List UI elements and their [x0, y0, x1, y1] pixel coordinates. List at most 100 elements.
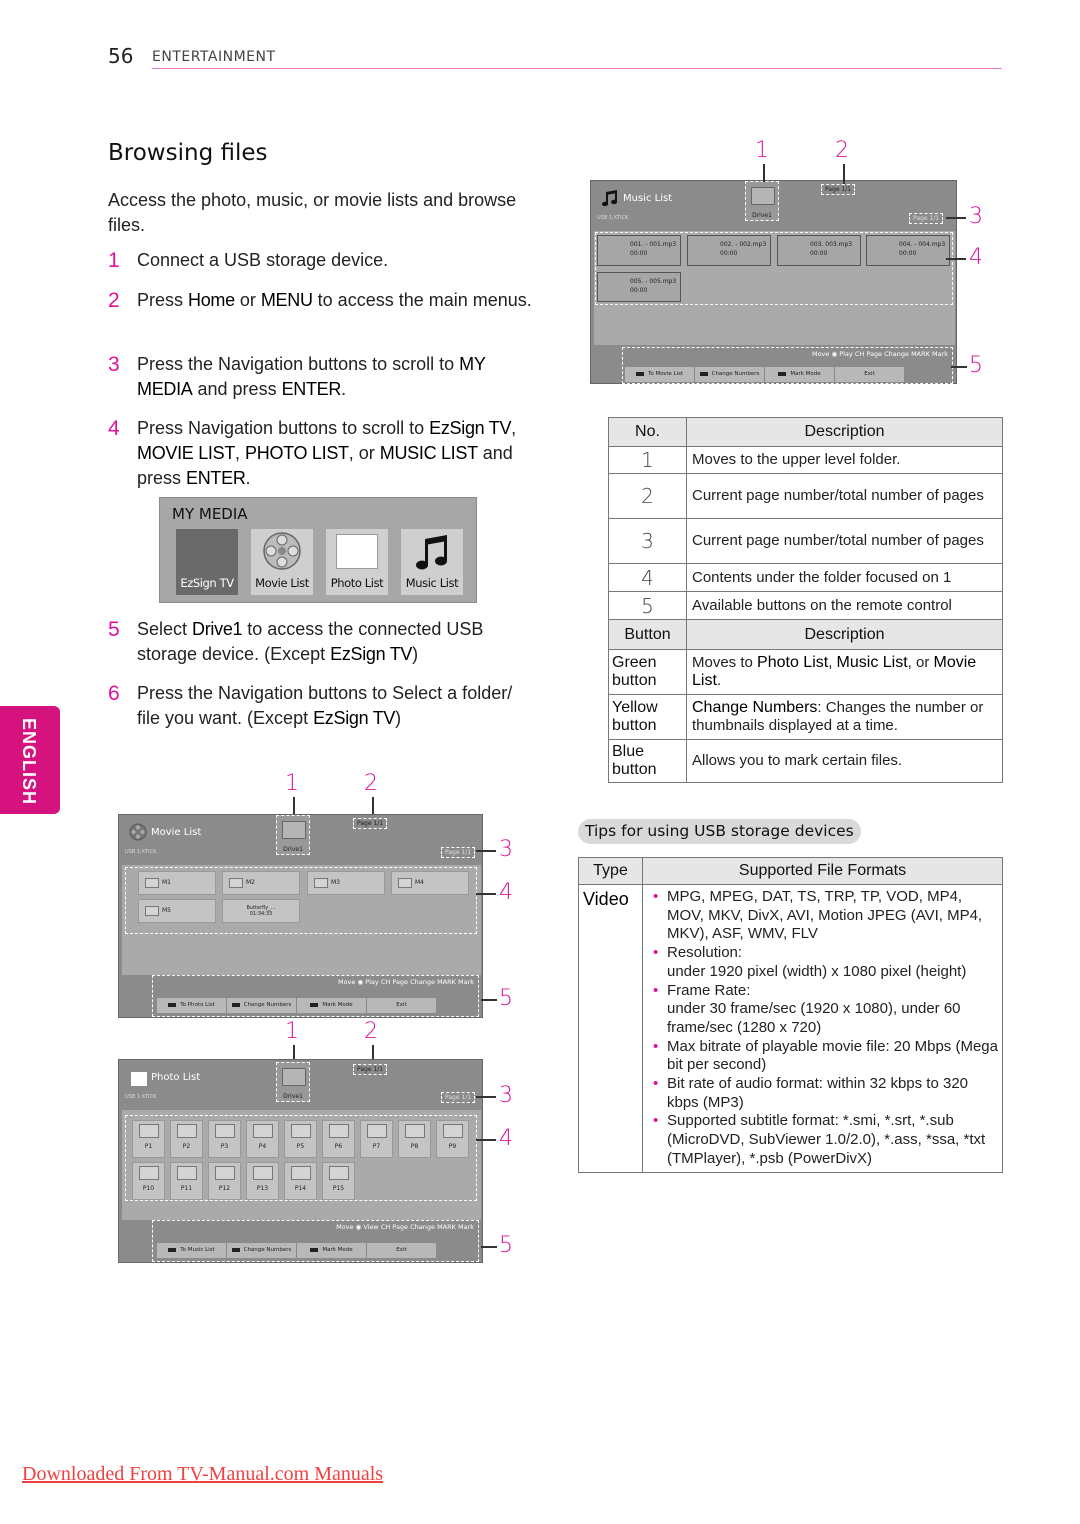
mark-mode-button[interactable]: Mark Mode: [765, 367, 835, 382]
photo-folder-tile[interactable]: P12: [208, 1162, 241, 1200]
step-text: Select Drive1 to access the connected US…: [137, 619, 484, 664]
folder-icon: [138, 1124, 159, 1138]
exit-button[interactable]: Exit: [835, 367, 905, 382]
folder-icon: [214, 1124, 235, 1138]
page-number: 56: [108, 44, 134, 68]
button-name: Yellow button: [608, 694, 687, 740]
movie-file-tile[interactable]: Butterfly_... 01:34:33: [222, 899, 300, 923]
format-bullet: Max bitrate of playable movie file: 20 M…: [653, 1038, 1000, 1075]
photo-list-screen: Photo List USB 1:XTICK Drive1 Page 1/1 P…: [118, 1059, 483, 1263]
photo-folder-tile[interactable]: P2: [170, 1120, 203, 1158]
photo-folder-tile[interactable]: P3: [208, 1120, 241, 1158]
music-file-tile[interactable]: 005. - 005.mp3 00:00: [597, 272, 681, 302]
folder-name: M5: [162, 907, 171, 914]
remote-buttons-bar: Move ◉ Play CH Page Change MARK Mark To …: [622, 347, 953, 384]
photo-list-tile[interactable]: Photo List: [326, 529, 388, 595]
photo-folder-tile[interactable]: P14: [284, 1162, 317, 1200]
format-bullet: Resolution:under 1920 pixel (width) x 10…: [653, 944, 1000, 981]
yellow-key-icon: [231, 1002, 240, 1007]
mark-mode-button[interactable]: Mark Mode: [297, 998, 367, 1013]
table-row: 1 Moves to the upper level folder.: [608, 446, 1003, 474]
file-time: 00:00: [630, 287, 648, 294]
exit-button[interactable]: Exit: [367, 1243, 437, 1258]
folder-tile[interactable]: M2: [222, 871, 300, 895]
drive-folder[interactable]: Drive1: [745, 181, 779, 221]
intro-text: Access the photo, music, or movie lists …: [108, 190, 517, 235]
button-name: Green button: [608, 649, 687, 695]
folder-name: P15: [332, 1185, 345, 1192]
file-grid: 001. - 001.mp3 00:00 002. - 002.mp3 00:00 …: [595, 232, 953, 305]
change-numbers-button[interactable]: Change Numbers: [227, 1243, 297, 1258]
yellow-key-icon: [699, 371, 708, 376]
change-numbers-button[interactable]: Change Numbers: [227, 998, 297, 1013]
source-link[interactable]: Downloaded From TV-Manual.com Manuals: [22, 1463, 383, 1486]
folder-tile[interactable]: M4: [391, 871, 469, 895]
callout-4: 4: [499, 1126, 513, 1151]
green-key-icon: [635, 371, 644, 376]
photo-folder-tile[interactable]: P15: [322, 1162, 355, 1200]
drive-folder[interactable]: Drive1: [276, 1062, 310, 1102]
photo-folder-tile[interactable]: P8: [398, 1120, 431, 1158]
movie-list-tile[interactable]: Movie List: [251, 529, 313, 595]
row-number: 1: [608, 446, 687, 474]
music-file-tile[interactable]: 004. - 004.mp3 00:00: [866, 235, 950, 266]
callout-5: 5: [499, 986, 513, 1011]
photo-folder-tile[interactable]: P11: [170, 1162, 203, 1200]
folder-tile[interactable]: M5: [138, 899, 216, 923]
drive-folder[interactable]: Drive1: [276, 815, 310, 855]
page-indicator-top: Page 1/1: [353, 818, 388, 829]
folder-name: P11: [180, 1185, 193, 1192]
header-divider: [152, 68, 1002, 69]
step-text: Press Home or MENU to access the main me…: [137, 290, 532, 310]
folder-icon: [290, 1124, 311, 1138]
drive-label: Drive1: [283, 1093, 303, 1100]
music-list-tile[interactable]: Music List: [401, 529, 463, 595]
change-numbers-button[interactable]: Change Numbers: [695, 367, 765, 382]
music-file-tile[interactable]: 001. - 001.mp3 00:00: [597, 235, 681, 266]
row-number: 5: [608, 591, 687, 620]
folder-name: M4: [415, 879, 424, 886]
mark-mode-button[interactable]: Mark Mode: [297, 1243, 367, 1258]
folder-icon: [751, 187, 775, 205]
row-description: Contents under the folder focused on 1: [686, 563, 1003, 592]
to-movie-list-button[interactable]: To Movie List: [625, 367, 695, 382]
row-description: Change Numbers: Changes the number or th…: [686, 694, 1003, 740]
to-photo-list-button[interactable]: To Photo List: [157, 998, 227, 1013]
file-grid: P1 P2 P3 P4 P5 P6 P7 P8 P9 P10 P11 P12 P13 P14 P15: [125, 1115, 477, 1201]
photo-folder-tile[interactable]: P6: [322, 1120, 355, 1158]
folder-tile[interactable]: M1: [138, 871, 216, 895]
table-row: 4 Contents under the folder focused on 1: [608, 563, 1003, 592]
photo-folder-tile[interactable]: P4: [246, 1120, 279, 1158]
table-row: 5 Available buttons on the remote control: [608, 591, 1003, 620]
exit-button[interactable]: Exit: [367, 998, 437, 1013]
tips-heading: Tips for using USB storage devices: [578, 819, 861, 844]
screen-title: Music List: [623, 193, 673, 204]
button-label: Change Numbers: [243, 1002, 292, 1008]
photo-folder-tile[interactable]: P7: [360, 1120, 393, 1158]
folder-name: P1: [144, 1143, 153, 1150]
photo-folder-tile[interactable]: P5: [284, 1120, 317, 1158]
photo-folder-tile[interactable]: P9: [436, 1120, 469, 1158]
ezsign-tv-tile[interactable]: EzSign TV: [176, 529, 238, 595]
photo-folder-tile[interactable]: P13: [246, 1162, 279, 1200]
tile-label: Movie List: [255, 576, 309, 590]
content-area: P1 P2 P3 P4 P5 P6 P7 P8 P9 P10 P11 P12 P13 P14 P15: [122, 1110, 481, 1220]
to-music-list-button[interactable]: To Music List: [157, 1243, 227, 1258]
film-reel-icon: [263, 532, 301, 570]
callout-3: 3: [499, 837, 513, 862]
tile-label: Photo List: [330, 576, 384, 590]
photo-folder-tile[interactable]: P10: [132, 1162, 165, 1200]
folder-name: P14: [294, 1185, 307, 1192]
folder-tile[interactable]: M3: [307, 871, 385, 895]
folder-name: P2: [182, 1143, 191, 1150]
photo-icon: [336, 534, 378, 569]
music-file-tile[interactable]: 002. - 002.mp3 00:00: [687, 235, 771, 266]
button-label: Exit: [396, 1247, 407, 1253]
music-note-icon: [416, 535, 447, 570]
music-file-tile[interactable]: 003. 003.mp3 00:00: [777, 235, 861, 266]
photo-folder-tile[interactable]: P1: [132, 1120, 165, 1158]
step-number: 3: [108, 353, 120, 376]
music-list-screen: Music List USB 1:XTICK Drive1 Page 1/1 P…: [590, 180, 957, 384]
green-key-icon: [168, 1247, 177, 1252]
folder-icon: [229, 877, 243, 888]
